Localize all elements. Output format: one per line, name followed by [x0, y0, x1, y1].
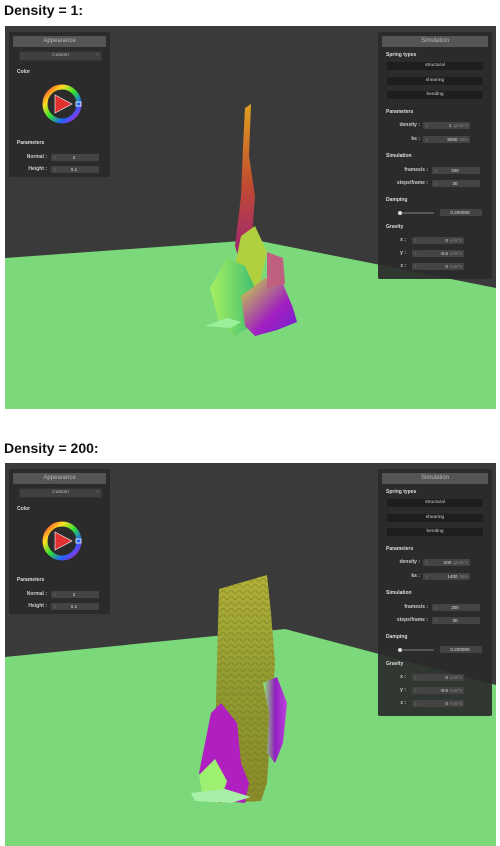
slider-knob-icon[interactable] — [397, 211, 402, 215]
bending-button[interactable]: bending — [387, 528, 483, 536]
color-label: Color — [17, 69, 31, 75]
damping-input[interactable]: 0.200000 — [440, 209, 482, 216]
gravity-x-input[interactable]: ⇕ 0 m/s^2 — [412, 237, 464, 244]
gravity-y-input[interactable]: ⇕ -9.8 m/s^2 — [412, 250, 464, 257]
appearance-params-label: Parameters — [17, 577, 45, 583]
normal-input[interactable]: ⇕ 2 — [51, 591, 99, 598]
simulation-panel: Simulation Spring types structural shear… — [378, 469, 492, 716]
normal-input[interactable]: ⇕ 2 — [51, 154, 99, 161]
gravity-z-input[interactable]: ⇕ 0 m/s^2 — [412, 700, 464, 707]
damping-input[interactable]: 0.200000 — [440, 646, 482, 653]
parameters-label: Parameters — [386, 546, 414, 552]
ks-input[interactable]: ⇕ 5000 N/m — [423, 136, 470, 143]
slider-knob-icon[interactable] — [397, 648, 402, 652]
appearance-title[interactable]: Appearance — [13, 473, 106, 484]
density-label: density : — [399, 559, 420, 565]
height-input[interactable]: ⇕ 0.1 — [51, 603, 99, 610]
color-wheel-icon[interactable] — [42, 84, 82, 124]
dropdown-value: Custom — [52, 490, 69, 495]
viewport-top[interactable]: Appearance Custom › Color Parameters Nor… — [5, 26, 496, 409]
chevron-down-icon: › — [96, 53, 98, 58]
shearing-button[interactable]: shearing — [387, 77, 483, 85]
appearance-mode-dropdown[interactable]: Custom › — [19, 51, 102, 61]
parameters-label: Parameters — [386, 109, 414, 115]
caption-density-1: Density = 1: — [4, 2, 83, 18]
steps-input[interactable]: ⇕ 30 — [432, 180, 480, 187]
appearance-panel: Appearance Custom › Color Parameters Nor… — [9, 469, 110, 614]
simulation-panel: Simulation Spring types structural shear… — [378, 32, 492, 279]
height-label: Height : — [28, 166, 47, 172]
structural-button[interactable]: structural — [387, 62, 483, 70]
height-input[interactable]: ⇕ 0.1 — [51, 166, 99, 173]
gravity-label: Gravity — [386, 661, 404, 667]
appearance-panel: Appearance Custom › Color Parameters Nor… — [9, 32, 110, 177]
density-input[interactable]: ⇕ 1 g/cm^2 — [423, 122, 470, 129]
fps-label: frames/s : — [404, 604, 428, 610]
damping-slider[interactable] — [398, 649, 434, 651]
steps-label: steps/frame : — [396, 180, 428, 186]
gravity-z-label: z : — [400, 263, 406, 269]
appearance-title[interactable]: Appearance — [13, 36, 106, 47]
gravity-y-label: y : — [400, 687, 406, 693]
structural-button[interactable]: structural — [387, 499, 483, 507]
spring-types-label: Spring types — [386, 52, 417, 58]
shearing-button[interactable]: shearing — [387, 514, 483, 522]
simulation-title[interactable]: Simulation — [382, 36, 488, 47]
appearance-mode-dropdown[interactable]: Custom › — [19, 488, 102, 498]
gravity-y-input[interactable]: ⇕ -9.8 m/s^2 — [412, 687, 464, 694]
color-label: Color — [17, 506, 31, 512]
gravity-z-input[interactable]: ⇕ 0 m/s^2 — [412, 263, 464, 270]
gravity-z-label: z : — [400, 700, 406, 706]
viewport-bottom[interactable]: Appearance Custom › Color Parameters Nor… — [5, 463, 496, 846]
density-label: density : — [399, 122, 420, 128]
damping-slider[interactable] — [398, 212, 434, 214]
spring-types-label: Spring types — [386, 489, 417, 495]
gravity-x-label: x : — [400, 674, 406, 680]
appearance-params-label: Parameters — [17, 140, 45, 146]
ks-input[interactable]: ⇕ 1400 N/m — [423, 573, 470, 580]
simulation-title[interactable]: Simulation — [382, 473, 488, 484]
ks-label: ks : — [411, 573, 420, 579]
chevron-down-icon: › — [96, 490, 98, 495]
ks-label: ks : — [411, 136, 420, 142]
simulation-section-label: Simulation — [386, 590, 412, 596]
steps-label: steps/frame : — [396, 617, 428, 623]
fps-input[interactable]: ⇕ 300 — [432, 167, 480, 174]
gravity-label: Gravity — [386, 224, 404, 230]
gravity-x-label: x : — [400, 237, 406, 243]
damping-label: Damping — [386, 197, 408, 203]
normal-label: Normal : — [26, 591, 47, 597]
damping-label: Damping — [386, 634, 408, 640]
gravity-y-label: y : — [400, 250, 406, 256]
fps-label: frames/s : — [404, 167, 428, 173]
caption-density-200: Density = 200: — [4, 440, 99, 456]
simulation-section-label: Simulation — [386, 153, 412, 159]
color-wheel-icon[interactable] — [42, 521, 82, 561]
steps-input[interactable]: ⇕ 30 — [432, 617, 480, 624]
density-input[interactable]: ⇕ 200 g/cm^2 — [423, 559, 470, 566]
dropdown-value: Custom — [52, 53, 69, 58]
bending-button[interactable]: bending — [387, 91, 483, 99]
height-label: Height : — [28, 603, 47, 609]
gravity-x-input[interactable]: ⇕ 0 m/s^2 — [412, 674, 464, 681]
normal-label: Normal : — [26, 154, 47, 160]
fps-input[interactable]: ⇕ 300 — [432, 604, 480, 611]
